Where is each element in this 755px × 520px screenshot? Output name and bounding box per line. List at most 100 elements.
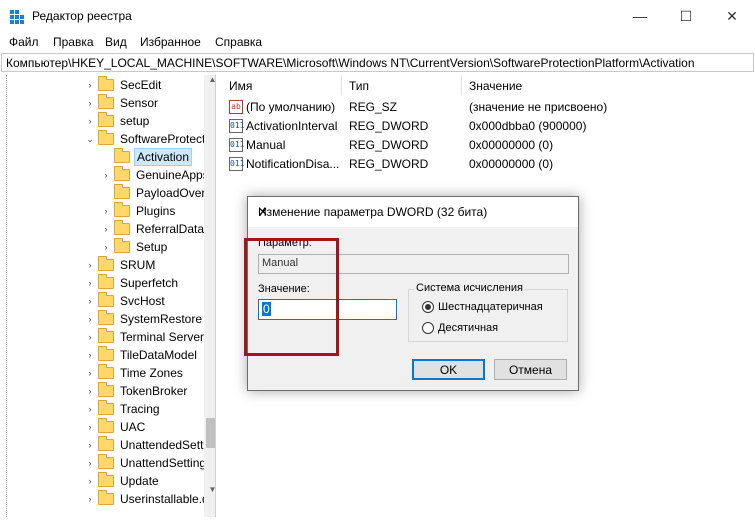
menu-edit[interactable]: Правка <box>53 35 94 49</box>
tree-item-label: SRUM <box>120 258 156 272</box>
expand-chevron-icon[interactable]: › <box>84 80 96 90</box>
folder-icon <box>114 184 130 199</box>
column-header-type[interactable]: Тип <box>349 79 369 93</box>
column-divider[interactable] <box>461 75 462 95</box>
expand-chevron-icon[interactable]: › <box>84 422 96 432</box>
tree-item[interactable]: › SvcHost <box>84 292 167 310</box>
tree-item[interactable]: › SecEdit <box>84 76 163 94</box>
tree-item[interactable]: › ReferralData <box>100 220 206 238</box>
menu-view[interactable]: Вид <box>105 35 127 49</box>
value-row[interactable]: 011 NotificationDisa... REG_DWORD 0x0000000… <box>221 155 755 173</box>
tree-item[interactable]: › Update <box>84 472 161 490</box>
minimize-button[interactable]: — <box>617 0 663 32</box>
tree-item[interactable]: › Superfetch <box>84 274 180 292</box>
scroll-up-icon[interactable]: ▲ <box>204 75 215 84</box>
menu-bar: Файл Правка Вид Избранное Справка <box>0 32 755 52</box>
tree-item[interactable]: › UnattendedSetti <box>84 436 208 454</box>
menu-help[interactable]: Справка <box>215 35 262 49</box>
tree-item[interactable]: ⌄ SoftwareProtecti <box>84 130 210 148</box>
close-icon: ✕ <box>726 7 738 24</box>
expand-chevron-icon[interactable]: › <box>84 296 96 306</box>
expand-chevron-icon[interactable]: › <box>84 116 96 126</box>
value-name: NotificationDisa... <box>246 157 340 171</box>
tree-item[interactable]: Activation <box>100 148 193 166</box>
folder-icon <box>98 400 114 415</box>
address-path: Компьютер\HKEY_LOCAL_MACHINE\SOFTWARE\Mi… <box>6 56 695 70</box>
expand-chevron-icon[interactable]: › <box>100 224 112 234</box>
value-row[interactable]: ab (По умолчанию) REG_SZ (значение не присв… <box>221 98 755 116</box>
value-row[interactable]: 011 Manual REG_DWORD 0x00000000 (0) <box>221 136 755 154</box>
expand-chevron-icon[interactable]: › <box>84 368 96 378</box>
value-name: Manual <box>246 138 286 152</box>
tree-item[interactable]: › Setup <box>100 238 169 256</box>
maximize-button[interactable]: ☐ <box>663 0 709 32</box>
tree-item[interactable]: PayloadOverr <box>100 184 211 202</box>
tree-item[interactable]: › Terminal Server <box>84 328 206 346</box>
folder-icon <box>98 292 114 307</box>
tree-item-label: GenuineApps <box>136 168 209 182</box>
tree-item[interactable]: › TokenBroker <box>84 382 189 400</box>
value-data: 0x000dbba0 (900000) <box>469 119 587 133</box>
menu-favorites[interactable]: Избранное <box>140 35 201 49</box>
tree-item[interactable]: › SRUM <box>84 256 157 274</box>
folder-icon <box>98 130 114 145</box>
menu-file[interactable]: Файл <box>9 35 39 49</box>
expand-chevron-icon[interactable]: › <box>84 386 96 396</box>
expand-chevron-icon[interactable]: › <box>84 494 96 504</box>
radio-decimal[interactable]: Десятичная <box>422 322 498 334</box>
cancel-button[interactable]: Отмена <box>494 359 567 380</box>
expand-chevron-icon[interactable]: › <box>84 440 96 450</box>
tree-item[interactable]: › TileDataModel <box>84 346 199 364</box>
base-group-label: Система исчисления <box>414 282 525 294</box>
expand-chevron-icon[interactable]: › <box>84 278 96 288</box>
expand-chevron-icon[interactable]: › <box>84 314 96 324</box>
value-data: 0x00000000 (0) <box>469 138 554 152</box>
tree-item[interactable]: › UAC <box>84 418 147 436</box>
reg-sz-icon: ab <box>229 100 243 114</box>
tree-item[interactable]: › GenuineApps <box>100 166 211 184</box>
dialog-close-icon[interactable]: ✕ <box>258 205 570 219</box>
value-type: REG_DWORD <box>349 119 429 133</box>
tree-item-label: Time Zones <box>120 366 183 380</box>
expand-chevron-icon[interactable]: › <box>84 260 96 270</box>
expand-chevron-icon[interactable]: ⌄ <box>84 134 96 145</box>
radio-hexadecimal[interactable]: Шестнадцатеричная <box>422 301 543 313</box>
close-button[interactable]: ✕ <box>709 0 755 32</box>
expand-chevron-icon[interactable]: › <box>84 332 96 342</box>
registry-editor-icon <box>10 10 24 24</box>
tree-item-label: Setup <box>136 240 168 254</box>
folder-icon <box>98 274 114 289</box>
address-bar[interactable]: Компьютер\HKEY_LOCAL_MACHINE\SOFTWARE\Mi… <box>1 53 754 72</box>
folder-icon <box>114 238 130 253</box>
expand-chevron-icon[interactable]: › <box>84 404 96 414</box>
scroll-thumb[interactable] <box>206 418 215 448</box>
expand-chevron-icon[interactable]: › <box>84 350 96 360</box>
column-header-name[interactable]: Имя <box>229 79 252 93</box>
expand-chevron-icon[interactable]: › <box>84 458 96 468</box>
tree-item[interactable]: › Plugins <box>100 202 177 220</box>
value-row[interactable]: 011 ActivationInterval REG_DWORD 0x000dbba0… <box>221 117 755 135</box>
folder-icon <box>98 490 114 505</box>
tree-item[interactable]: › Userinstallable.d <box>84 490 211 508</box>
tree-scrollbar[interactable]: ▲ ▼ <box>204 75 215 517</box>
tree-item[interactable]: › Tracing <box>84 400 162 418</box>
expand-chevron-icon[interactable]: › <box>84 98 96 108</box>
expand-chevron-icon[interactable]: › <box>100 242 112 252</box>
ok-button[interactable]: OK <box>412 359 485 380</box>
tree-item[interactable]: › Time Zones <box>84 364 185 382</box>
tree-item-label: TokenBroker <box>120 384 188 398</box>
column-divider[interactable] <box>341 75 342 95</box>
tree-item[interactable]: › Sensor <box>84 94 160 112</box>
expand-chevron-icon[interactable]: › <box>100 170 112 180</box>
scroll-down-icon[interactable]: ▼ <box>204 485 215 494</box>
base-groupbox <box>408 289 568 342</box>
column-header-data[interactable]: Значение <box>469 79 522 93</box>
folder-icon <box>98 364 114 379</box>
tree-item[interactable]: › UnattendSetting <box>84 454 208 472</box>
radio-unchecked-icon <box>422 322 434 334</box>
expand-chevron-icon[interactable]: › <box>84 476 96 486</box>
tree-item[interactable]: › setup <box>84 112 151 130</box>
value-type: REG_SZ <box>349 100 398 114</box>
expand-chevron-icon[interactable]: › <box>100 206 112 216</box>
tree-item[interactable]: › SystemRestore <box>84 310 204 328</box>
